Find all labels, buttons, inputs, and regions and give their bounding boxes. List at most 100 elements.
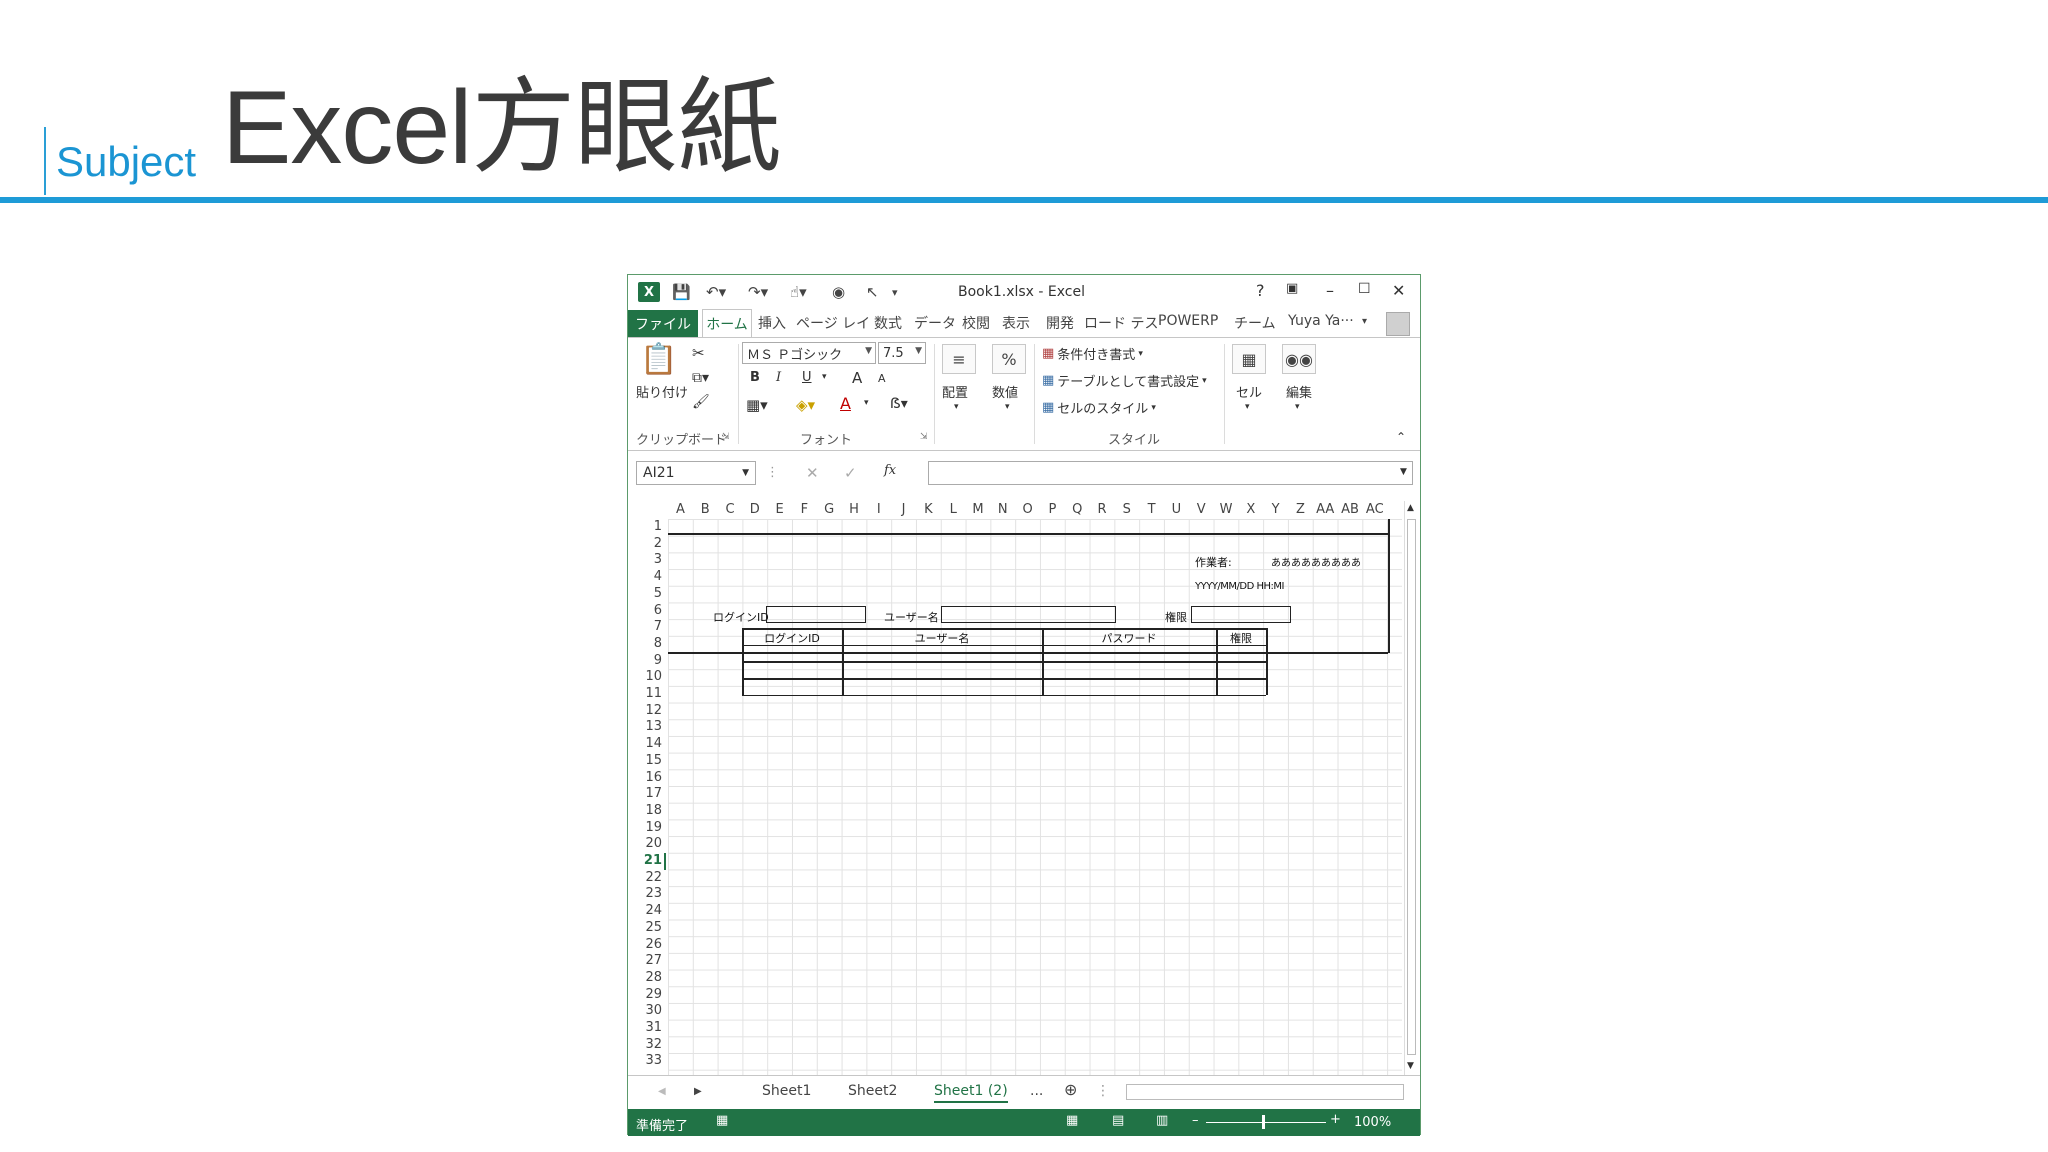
column-header[interactable]: J [891,501,916,519]
row-header[interactable]: 17 [632,786,662,803]
column-header[interactable]: L [941,501,966,519]
enter-icon[interactable]: ✓ [844,464,857,482]
column-header[interactable]: Q [1065,501,1090,519]
column-header[interactable]: U [1164,501,1189,519]
horizontal-scrollbar[interactable] [1126,1084,1404,1100]
row-header[interactable]: 13 [632,719,662,736]
page-layout-view-icon[interactable]: ▤ [1112,1113,1124,1128]
scroll-down-icon[interactable]: ▼ [1407,1061,1414,1071]
permission-input[interactable] [1191,606,1291,623]
zoom-out-icon[interactable]: – [1192,1113,1199,1128]
tab-load-test[interactable]: ロード テス [1084,313,1158,333]
editing-button[interactable]: 編集 [1286,382,1312,401]
row-header[interactable]: 31 [632,1020,662,1037]
column-header[interactable]: Y [1263,501,1288,519]
row-header[interactable]: 30 [632,1003,662,1020]
column-header[interactable]: O [1015,501,1040,519]
column-header[interactable]: AB [1338,501,1363,519]
row-header[interactable]: 4 [632,569,662,586]
cells-button[interactable]: セル [1236,382,1262,401]
row-header[interactable]: 14 [632,736,662,753]
select-all-corner[interactable] [632,501,668,519]
column-header[interactable]: Z [1288,501,1313,519]
row-header[interactable]: 11 [632,686,662,703]
name-box[interactable]: AI21 ▼ [636,461,756,485]
avatar[interactable] [1386,312,1410,336]
help-button[interactable]: ? [1256,281,1265,300]
tab-file[interactable]: ファイル [628,310,698,337]
column-header[interactable]: V [1189,501,1214,519]
column-header[interactable]: D [742,501,767,519]
italic-button[interactable]: I [776,370,781,385]
tab-formulas[interactable]: 数式 [874,313,902,333]
column-header[interactable]: B [693,501,718,519]
binoculars-icon[interactable]: ◉◉ [1282,344,1316,374]
column-header[interactable]: E [767,501,792,519]
normal-view-icon[interactable]: ▦ [1066,1113,1078,1128]
pointer-icon[interactable]: ↖ [866,282,879,302]
row-header[interactable]: 33 [632,1053,662,1070]
row-header[interactable]: 5 [632,586,662,603]
shrink-font-button[interactable]: A [878,372,886,385]
cells-dropdown-icon[interactable]: ▾ [1245,402,1250,412]
number-button[interactable]: 数値 [992,382,1018,401]
column-header[interactable]: R [1090,501,1115,519]
column-header[interactable]: N [990,501,1015,519]
row-header[interactable]: 24 [632,903,662,920]
column-header[interactable]: S [1114,501,1139,519]
column-header[interactable]: AC [1362,501,1387,519]
row-header[interactable]: 1 [632,519,662,536]
row-header[interactable]: 8 [632,636,662,653]
clipboard-launcher-icon[interactable]: ⇲ [722,432,730,442]
fill-color-icon[interactable]: ◈▾ [796,396,815,414]
row-header[interactable]: 6 [632,603,662,620]
formula-input[interactable] [928,461,1413,485]
sheet-tab-1[interactable]: Sheet1 [762,1083,811,1099]
row-header[interactable]: 22 [632,870,662,887]
format-as-table-button[interactable]: ▦ テーブルとして書式設定 ▾ [1042,371,1207,390]
zoom-slider[interactable] [1206,1122,1326,1123]
row-header[interactable]: 7 [632,619,662,636]
tab-home[interactable]: ホーム [702,309,752,337]
undo-icon[interactable]: ↶▾ [706,282,726,302]
camera-icon[interactable]: ◉ [832,282,845,302]
row-header[interactable]: 15 [632,753,662,770]
sheet-tab-2[interactable]: Sheet2 [848,1083,897,1099]
number-dropdown-icon[interactable]: ▾ [1005,402,1010,412]
phonetic-guide-icon[interactable]: ẞ▾ [890,396,908,412]
cells-icon[interactable]: ▦ [1232,344,1266,374]
tab-page-layout[interactable]: ページ レイ [796,313,870,333]
tab-insert[interactable]: 挿入 [758,313,786,333]
next-sheet-icon[interactable]: ▶ [694,1086,702,1097]
column-header[interactable]: H [842,501,867,519]
user-dropdown-icon[interactable]: ▾ [1362,316,1367,327]
font-launcher-icon[interactable]: ⇲ [920,432,928,442]
macro-record-icon[interactable]: ▦ [716,1113,728,1128]
column-header[interactable]: AA [1313,501,1338,519]
font-name-combo[interactable]: ＭＳ Ｐゴシック ▼ [742,342,876,364]
cell-styles-button[interactable]: ▦ セルのスタイル ▾ [1042,398,1156,417]
scroll-up-icon[interactable]: ▲ [1407,503,1414,513]
column-header[interactable]: M [966,501,991,519]
expand-formula-bar-icon[interactable]: ▼ [1400,467,1407,477]
collapse-ribbon-icon[interactable]: ⌃ [1396,430,1406,444]
copy-icon[interactable]: ⧉▾ [692,370,709,386]
paste-button[interactable]: 貼り付け [636,382,688,401]
bold-button[interactable]: B [750,370,760,385]
row-header[interactable]: 25 [632,920,662,937]
cancel-icon[interactable]: ✕ [806,464,819,482]
editing-dropdown-icon[interactable]: ▾ [1295,402,1300,412]
row-header[interactable]: 10 [632,669,662,686]
conditional-formatting-button[interactable]: ▦ 条件付き書式 ▾ [1042,344,1143,363]
row-header[interactable]: 28 [632,970,662,987]
percent-icon[interactable]: % [992,344,1026,374]
alignment-button[interactable]: 配置 [942,382,968,401]
insert-function-button[interactable]: fx [884,463,896,478]
column-header[interactable]: P [1040,501,1065,519]
cut-icon[interactable]: ✂ [692,344,705,362]
close-icon[interactable]: ✕ [1392,281,1405,300]
row-header[interactable]: 27 [632,953,662,970]
column-header[interactable]: A [668,501,693,519]
row-header[interactable]: 18 [632,803,662,820]
user-name-input[interactable] [941,606,1116,623]
